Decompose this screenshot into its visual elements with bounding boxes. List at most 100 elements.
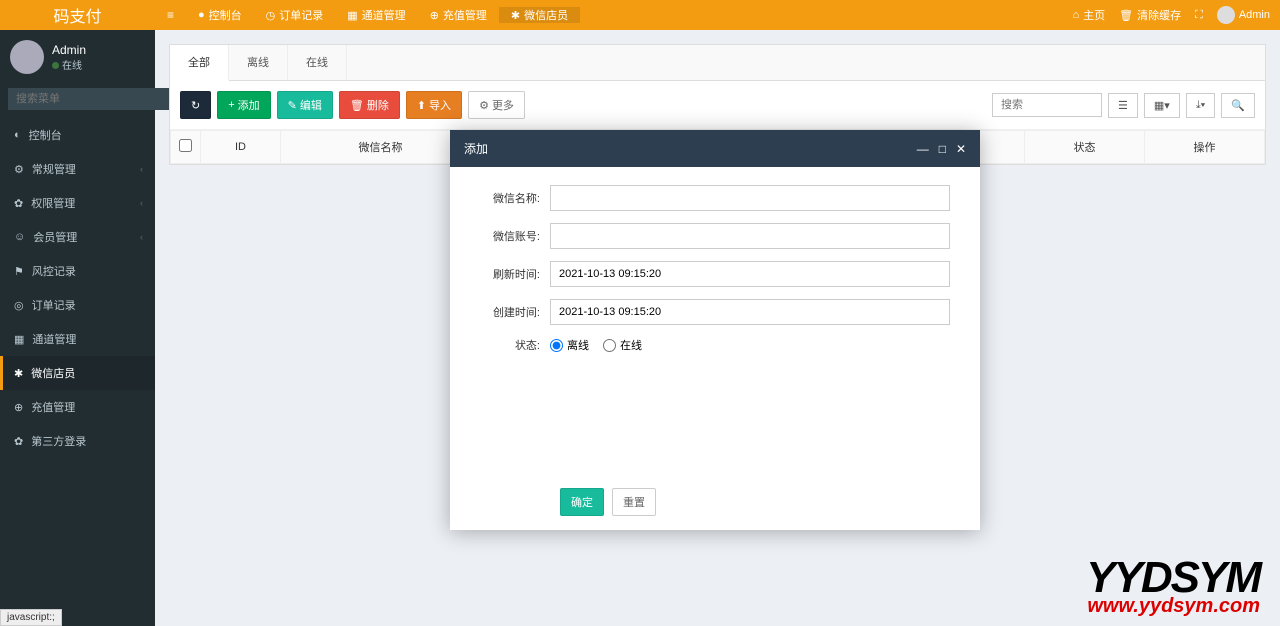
reset-button[interactable]: 重置 (612, 488, 656, 516)
label-wxname: 微信名称: (480, 190, 550, 206)
submit-button[interactable]: 确定 (560, 488, 604, 516)
minimize-icon: ― (917, 142, 929, 156)
wechat-icon: ✱ (14, 367, 23, 380)
clock-icon: ◷ (266, 9, 276, 22)
toolbar-right: ☰ ▦▾ ⤓▾ 🔍 (992, 93, 1255, 118)
grid-icon: ▦▾ (1154, 100, 1170, 112)
top-header: 码支付 ≡ ●控制台 ◷订单记录 ▦通道管理 ⊕充值管理 ✱微信店员 ⌂主页 🗑… (0, 0, 1280, 30)
plus-circle-icon: ⊕ (14, 401, 23, 414)
label-refresh-time: 刷新时间: (480, 266, 550, 282)
label-create-time: 创建时间: (480, 304, 550, 320)
user-icon: ☺ (14, 231, 25, 243)
home-button[interactable]: ⌂主页 (1072, 7, 1105, 23)
sidebar-item-permission[interactable]: ✿权限管理‹ (0, 186, 155, 220)
input-create-time[interactable] (550, 299, 950, 325)
table-search-input[interactable] (992, 93, 1102, 117)
close-button[interactable]: ✕ (956, 142, 966, 156)
add-modal: 添加 ― □ ✕ 微信名称: 微信账号: 刷新时间: 创建时间: 状态: 离线 (450, 130, 980, 530)
modal-controls: ― □ ✕ (917, 142, 966, 156)
sidebar-item-console[interactable]: ◐控制台 (0, 118, 155, 152)
input-wxname[interactable] (550, 185, 950, 211)
chevron-left-icon: ‹ (140, 198, 143, 208)
grid-icon: ▦ (347, 9, 357, 22)
toolbar: ↻ +添加 ✎编辑 🗑删除 ⬆导入 ⚙更多 ☰ ▦▾ ⤓▾ 🔍 (170, 81, 1265, 130)
th-action[interactable]: 操作 (1145, 131, 1265, 164)
users-icon: ✿ (14, 435, 23, 448)
maximize-button[interactable]: □ (939, 142, 946, 156)
filter-tabs: 全部 离线 在线 (170, 45, 1265, 81)
modal-title: 添加 (464, 140, 488, 157)
radio-online-label[interactable]: 在线 (603, 337, 642, 353)
user-status: 在线 (52, 57, 86, 72)
watermark-line1: YYDSYM (1086, 560, 1260, 595)
expand-icon: ⛶ (1195, 9, 1203, 22)
refresh-button[interactable]: ↻ (180, 91, 211, 119)
list-icon: ☰ (1118, 100, 1128, 112)
nav-wechat-staff[interactable]: ✱微信店员 (499, 7, 580, 23)
watermark-line2: www.yydsym.com (1086, 595, 1260, 618)
sidebar-search: 🔍 (8, 88, 147, 110)
th-id[interactable]: ID (201, 131, 281, 164)
sidebar-item-risk[interactable]: ⚑风控记录 (0, 254, 155, 288)
minimize-button[interactable]: ― (917, 142, 929, 156)
sidebar-item-channels[interactable]: ▦通道管理 (0, 322, 155, 356)
user-panel: Admin 在线 (0, 30, 155, 84)
nav-orders[interactable]: ◷订单记录 (254, 7, 336, 23)
sidebar-item-thirdparty[interactable]: ✿第三方登录 (0, 424, 155, 458)
radio-offline-label[interactable]: 离线 (550, 337, 589, 353)
th-status[interactable]: 状态 (1025, 131, 1145, 164)
th-checkbox (171, 131, 201, 164)
refresh-icon: ↻ (191, 99, 200, 112)
avatar (10, 40, 44, 74)
modal-body: 微信名称: 微信账号: 刷新时间: 创建时间: 状态: 离线 在线 (450, 167, 980, 478)
tab-offline[interactable]: 离线 (229, 45, 288, 80)
nav-console[interactable]: ●控制台 (186, 7, 254, 23)
more-button[interactable]: ⚙更多 (468, 91, 525, 119)
fullscreen-button[interactable]: ⛶ (1195, 9, 1203, 22)
dashboard-icon: ◐ (14, 129, 21, 141)
sidebar-item-orders[interactable]: ◎订单记录 (0, 288, 155, 322)
users-icon: ✿ (14, 197, 23, 210)
modal-header[interactable]: 添加 ― □ ✕ (450, 130, 980, 167)
plus-icon: + (228, 99, 234, 111)
tab-all[interactable]: 全部 (170, 45, 229, 81)
sidebar-search-input[interactable] (8, 88, 166, 110)
view-list-button[interactable]: ☰ (1108, 93, 1138, 118)
clear-cache-button[interactable]: 🗑清除缓存 (1119, 7, 1181, 23)
input-refresh-time[interactable] (550, 261, 950, 287)
grid-icon: ▦ (14, 333, 24, 346)
label-status: 状态: (480, 337, 550, 353)
nav-recharge[interactable]: ⊕充值管理 (418, 7, 499, 23)
sidebar-item-wechat-staff[interactable]: ✱微信店员 (0, 356, 155, 390)
select-all-checkbox[interactable] (179, 139, 192, 152)
flag-icon: ⚑ (14, 265, 24, 278)
radio-offline[interactable] (550, 339, 563, 352)
avatar-icon (1217, 6, 1235, 24)
columns-button[interactable]: ▦▾ (1144, 93, 1180, 118)
user-menu[interactable]: Admin (1217, 6, 1270, 24)
sidebar-toggle-icon[interactable]: ≡ (155, 8, 186, 22)
nav-channels[interactable]: ▦通道管理 (335, 7, 417, 23)
export-button[interactable]: ⤓▾ (1186, 93, 1215, 118)
input-wxaccount[interactable] (550, 223, 950, 249)
tab-online[interactable]: 在线 (288, 45, 347, 80)
gear-icon: ⚙ (14, 163, 24, 176)
chevron-left-icon: ‹ (140, 164, 143, 174)
sidebar-item-member[interactable]: ☺会员管理‹ (0, 220, 155, 254)
header-right: ⌂主页 🗑清除缓存 ⛶ Admin (1072, 6, 1270, 24)
brand-logo: 码支付 (0, 3, 155, 27)
sidebar-item-general[interactable]: ⚙常规管理‹ (0, 152, 155, 186)
edit-button[interactable]: ✎编辑 (277, 91, 333, 119)
import-button[interactable]: ⬆导入 (406, 91, 462, 119)
user-name: Admin (52, 43, 86, 57)
sidebar-item-recharge[interactable]: ⊕充值管理 (0, 390, 155, 424)
delete-button[interactable]: 🗑删除 (339, 91, 400, 119)
add-button[interactable]: +添加 (217, 91, 270, 119)
close-icon: ✕ (956, 142, 966, 156)
radio-status: 离线 在线 (550, 337, 642, 353)
dashboard-icon: ● (198, 9, 205, 21)
chevron-left-icon: ‹ (140, 232, 143, 242)
radio-online[interactable] (603, 339, 616, 352)
search-button[interactable]: 🔍 (1221, 93, 1255, 118)
upload-icon: ⬆ (417, 99, 426, 112)
